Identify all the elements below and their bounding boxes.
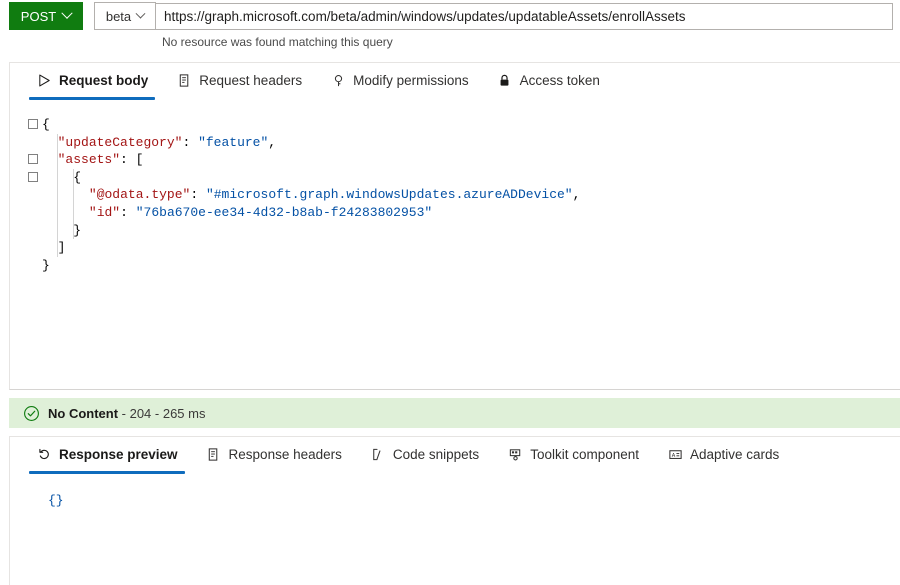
tab-label: Modify permissions [353,72,469,88]
tab-response-preview[interactable]: Response preview [22,437,192,474]
tab-access-token[interactable]: Access token [483,63,614,97]
tab-label: Toolkit component [530,446,639,462]
tab-label: Response preview [59,446,178,462]
tab-label: Response headers [228,446,342,462]
request-tab-list: Request body Request headers Modify perm… [10,63,900,100]
tab-label: Access token [519,72,600,88]
tab-request-headers[interactable]: Request headers [162,63,316,97]
toolkit-grid-icon [507,446,523,462]
code-line: "@odata.type": "#microsoft.graph.windows… [88,187,581,203]
key-outline-icon [330,72,346,88]
graph-explorer-app: POST beta No resource was found matching… [0,0,900,585]
status-meta: - 204 - 265 ms [118,405,206,421]
tab-label: Request headers [199,72,303,88]
response-status-bar: No Content - 204 - 265 ms [9,398,900,428]
request-url-input[interactable] [155,3,893,30]
code-fold-toggle[interactable] [28,119,38,129]
lock-filled-icon [497,72,513,88]
response-panel: Response preview Response headers Code s… [9,436,900,585]
document-lines-icon [206,446,222,462]
indent-guide [73,168,74,240]
code-brackets-icon [370,446,386,462]
status-message: No Content - 204 - 265 ms [48,406,205,421]
tab-code-snippets[interactable]: Code snippets [356,437,493,471]
tab-request-body[interactable]: Request body [22,63,162,100]
card-id-icon: A [667,446,683,462]
code-line: } [73,222,82,238]
tab-adaptive-cards[interactable]: A Adaptive cards [653,437,793,471]
chevron-down-icon [61,7,73,19]
indent-guide [57,133,58,257]
tab-modify-permissions[interactable]: Modify permissions [316,63,483,97]
editor-fold-gutter [10,109,28,389]
response-tab-list: Response preview Response headers Code s… [10,437,900,474]
status-label: No Content [48,405,119,421]
tab-toolkit-component[interactable]: Toolkit component [493,437,653,471]
code-line: { [42,117,50,132]
svg-text:A: A [671,452,675,458]
code-line: { [73,169,82,185]
code-line: ] [57,240,66,256]
chevron-down-icon [135,8,146,19]
request-panel: Request body Request headers Modify perm… [9,62,900,390]
send-triangle-icon [36,72,52,88]
query-hint-text: No resource was found matching this quer… [162,35,393,49]
code-fold-toggle[interactable] [28,171,38,182]
http-method-dropdown[interactable]: POST [9,2,83,30]
code-line: } [42,257,50,273]
api-version-dropdown[interactable]: beta [94,2,156,30]
code-line: "assets": [ [57,152,144,168]
document-lines-icon [176,72,192,88]
code-line: "updateCategory": "feature", [57,134,277,150]
tab-label: Code snippets [392,446,480,462]
request-body-editor[interactable]: { "updateCategory": "feature", "assets": [… [10,109,900,389]
tab-label: Adaptive cards [690,446,780,462]
api-version-label: beta [105,8,132,24]
tab-label: Request body [59,72,149,88]
code-fold-toggle[interactable] [28,154,38,165]
check-circle-icon [23,405,40,422]
response-preview-body: {} [48,493,64,508]
tab-response-headers[interactable]: Response headers [192,437,356,471]
undo-arrow-icon [36,446,52,462]
http-method-label: POST [20,8,57,24]
code-line: "id": "76ba670e-ee34-4d32-b8ab-f24283802… [88,205,433,220]
